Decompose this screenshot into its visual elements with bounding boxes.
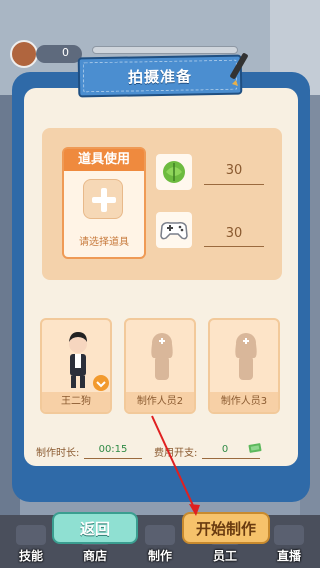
annotation-arrow — [151, 415, 200, 516]
